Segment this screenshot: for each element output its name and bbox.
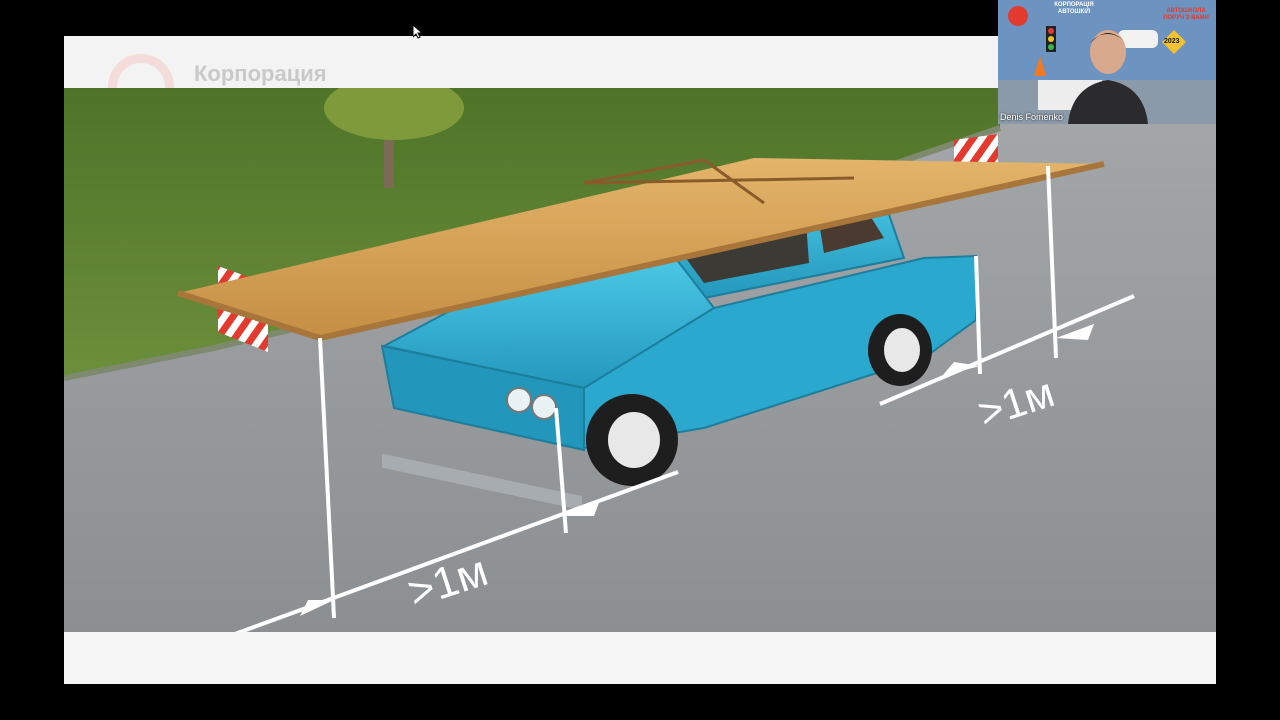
speaker-name: Denis Fomenko [1000,112,1064,122]
car-load-illustration: >1м >1м [64,88,1216,632]
speaker-head [1090,30,1126,74]
front-wheel-rim [608,412,660,468]
cursor-icon [413,25,423,39]
presentation-slide: Корпорация >1м >1м [64,36,1216,684]
headlight [506,387,532,413]
watermark-text: Корпорация [194,61,327,86]
brand-logo-icon [1008,6,1028,26]
banner-slogan: АВТОШКОЛА ПОРУЧ З ВАМИ [1163,8,1209,21]
webcam-tile[interactable]: КОРПОРАЦІЯ АВТОШКІЛ АВТОШКОЛА ПОРУЧ З ВА… [998,0,1216,124]
banner-year: 2023 [1164,38,1180,45]
headlight [531,394,557,420]
banner-brand: КОРПОРАЦІЯ АВТОШКІЛ [1054,2,1094,15]
slide-footer-band [64,632,1216,684]
rear-wheel-rim [884,328,920,372]
